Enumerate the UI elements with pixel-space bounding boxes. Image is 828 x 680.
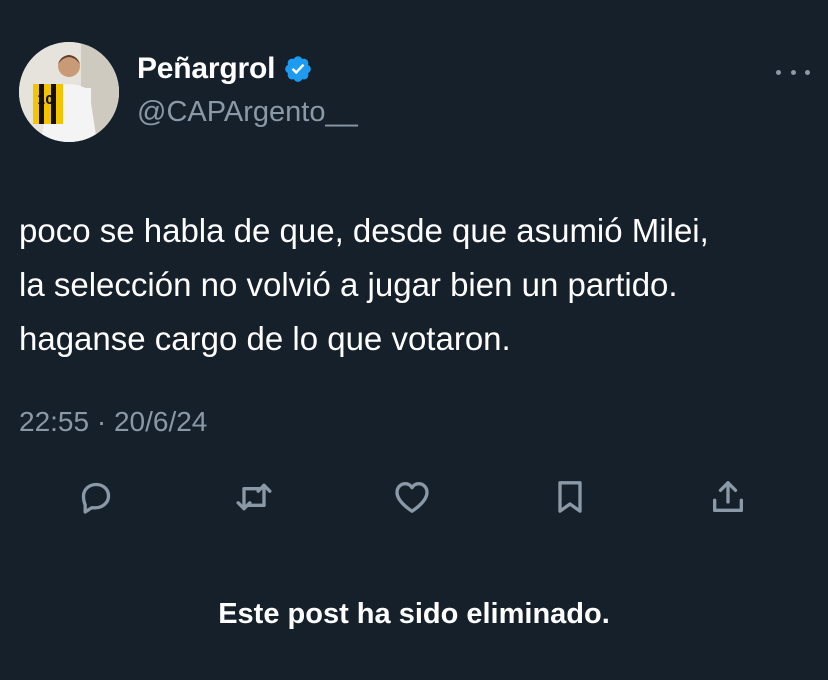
- tweet-text: poco se habla de que, desde que asumió M…: [19, 204, 819, 366]
- share-icon: [713, 481, 743, 512]
- display-name[interactable]: Peñargrol: [137, 52, 275, 86]
- more-dot: [805, 69, 810, 75]
- reply-icon: [81, 482, 111, 514]
- verified-badge-icon: [285, 56, 312, 82]
- more-dot: [776, 69, 781, 75]
- bookmark-icon: [558, 481, 582, 513]
- tweet-line: haganse cargo de lo que votaron.: [19, 320, 511, 357]
- deleted-notice: Este post ha sido eliminado.: [218, 598, 610, 630]
- reply-button[interactable]: [74, 475, 118, 519]
- bookmark-button[interactable]: [548, 475, 592, 519]
- avatar-jersey-number: 10: [37, 93, 54, 107]
- timestamp[interactable]: 22:55 · 20/6/24: [19, 406, 207, 438]
- avatar[interactable]: 10: [19, 42, 119, 142]
- share-button[interactable]: [706, 475, 750, 519]
- more-options-icon[interactable]: [776, 60, 810, 84]
- avatar-image: 10: [19, 42, 119, 142]
- like-icon: [395, 482, 429, 513]
- author-name-row[interactable]: Peñargrol: [137, 52, 313, 86]
- tweet-line: la selección no volvió a jugar bien un p…: [19, 266, 678, 303]
- tweet-line: poco se habla de que, desde que asumió M…: [19, 212, 709, 249]
- like-button[interactable]: [390, 475, 434, 519]
- retweet-icon: [236, 483, 272, 511]
- author-handle[interactable]: @CAPArgento__: [137, 96, 358, 129]
- more-dot: [790, 69, 796, 75]
- retweet-button[interactable]: [232, 475, 276, 519]
